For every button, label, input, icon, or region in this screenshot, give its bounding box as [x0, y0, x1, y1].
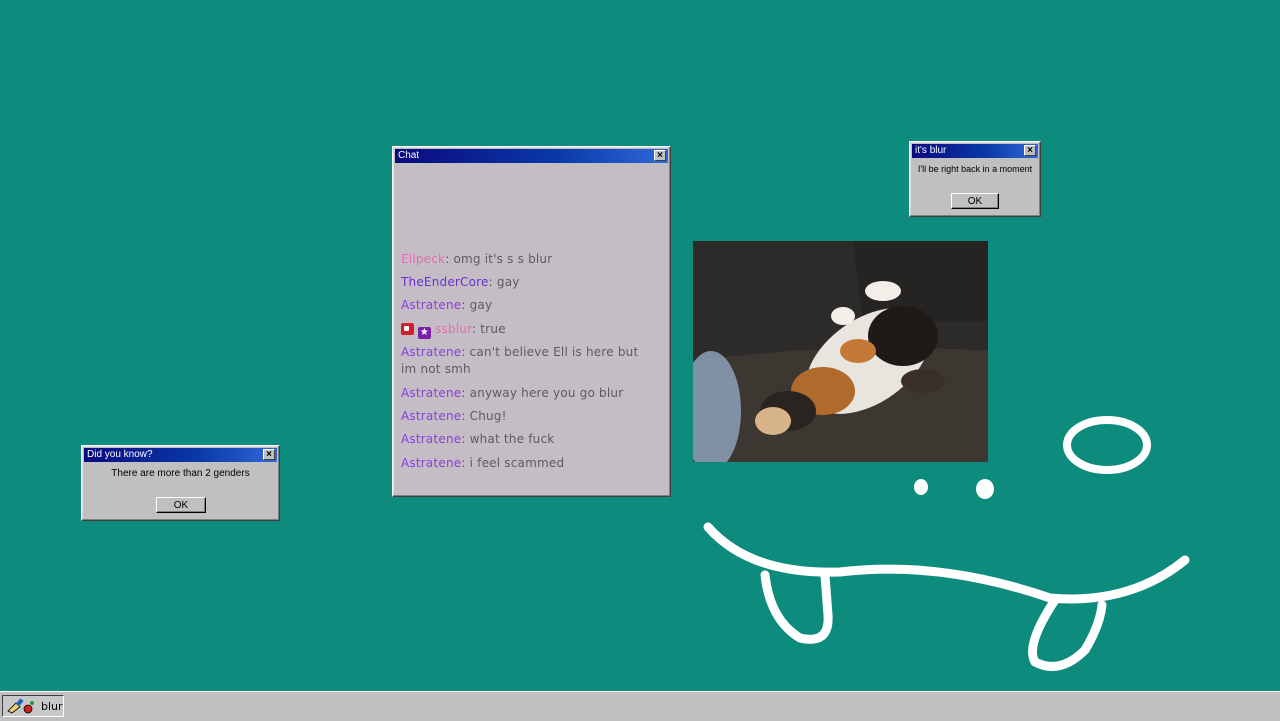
chat-text: gay	[469, 298, 493, 312]
broadcaster-icon	[401, 323, 414, 335]
chat-message: Astratene: Chug!	[401, 409, 507, 423]
chat-titlebar[interactable]: Chat ×	[395, 149, 668, 163]
close-icon[interactable]: ×	[263, 449, 275, 460]
chat-username[interactable]: Astratene	[401, 298, 461, 312]
fact-dialog[interactable]: Did you know? × There are more than 2 ge…	[81, 445, 280, 521]
chat-title: Chat	[398, 150, 420, 161]
chat-message: Astratene: gay	[401, 298, 493, 312]
chat-message: TheEnderCore: gay	[401, 275, 520, 289]
chat-username[interactable]: Ellpeck	[401, 252, 445, 266]
brb-dialog[interactable]: it's blur × I'll be right back in a mome…	[909, 141, 1041, 217]
chat-text: Chug!	[469, 409, 507, 423]
chat-text: gay	[496, 275, 520, 289]
chat-message: Astratene: what the fuck	[401, 432, 555, 446]
chat-message: Ellpeck: omg it's s s blur	[401, 252, 553, 266]
chat-text: anyway here you go blur	[469, 386, 624, 400]
ok-button[interactable]: OK	[951, 193, 999, 209]
chat-username[interactable]: Astratene	[401, 432, 461, 446]
fact-title: Did you know?	[87, 449, 153, 460]
close-icon[interactable]: ×	[654, 150, 666, 161]
chat-text: true	[480, 322, 506, 336]
brb-title: it's blur	[915, 145, 947, 156]
chat-username[interactable]: Astratene	[401, 386, 461, 400]
close-icon[interactable]: ×	[1024, 145, 1036, 156]
ok-button[interactable]: OK	[156, 497, 206, 513]
brb-titlebar[interactable]: it's blur ×	[912, 144, 1038, 158]
taskbar: blur	[0, 691, 1280, 721]
paint-icon	[7, 698, 34, 714]
chat-message-list: Ellpeck: omg it's s s blur TheEnderCore:…	[396, 165, 667, 493]
chat-text: what the fuck	[469, 432, 555, 446]
smiley-doodle	[703, 416, 1190, 671]
chat-message: ★ ssblur: true	[401, 321, 653, 339]
brb-message: I'll be right back in a moment	[917, 164, 1033, 174]
fact-titlebar[interactable]: Did you know? ×	[84, 448, 277, 462]
taskbar-item-label: blur	[41, 700, 63, 713]
chat-username[interactable]: Astratene	[401, 409, 461, 423]
chat-username[interactable]: ssblur	[435, 322, 472, 336]
chat-message: Astratene: anyway here you go blur	[401, 386, 624, 400]
chat-username[interactable]: Astratene	[401, 345, 461, 359]
fact-message: There are more than 2 genders	[111, 468, 250, 479]
chat-message: Astratene: i feel scammed	[401, 456, 565, 470]
chat-text: omg it's s s blur	[453, 252, 553, 266]
chat-username[interactable]: TheEnderCore	[401, 275, 489, 289]
taskbar-item-blur[interactable]: blur	[2, 695, 64, 717]
chat-window[interactable]: Chat × Ellpeck: omg it's s s blur TheEnd…	[392, 146, 671, 497]
star-icon: ★	[418, 327, 432, 339]
chat-text: i feel scammed	[469, 456, 565, 470]
chat-message: Astratene: can't believe Ell is here but…	[401, 345, 639, 376]
chat-username[interactable]: Astratene	[401, 456, 461, 470]
